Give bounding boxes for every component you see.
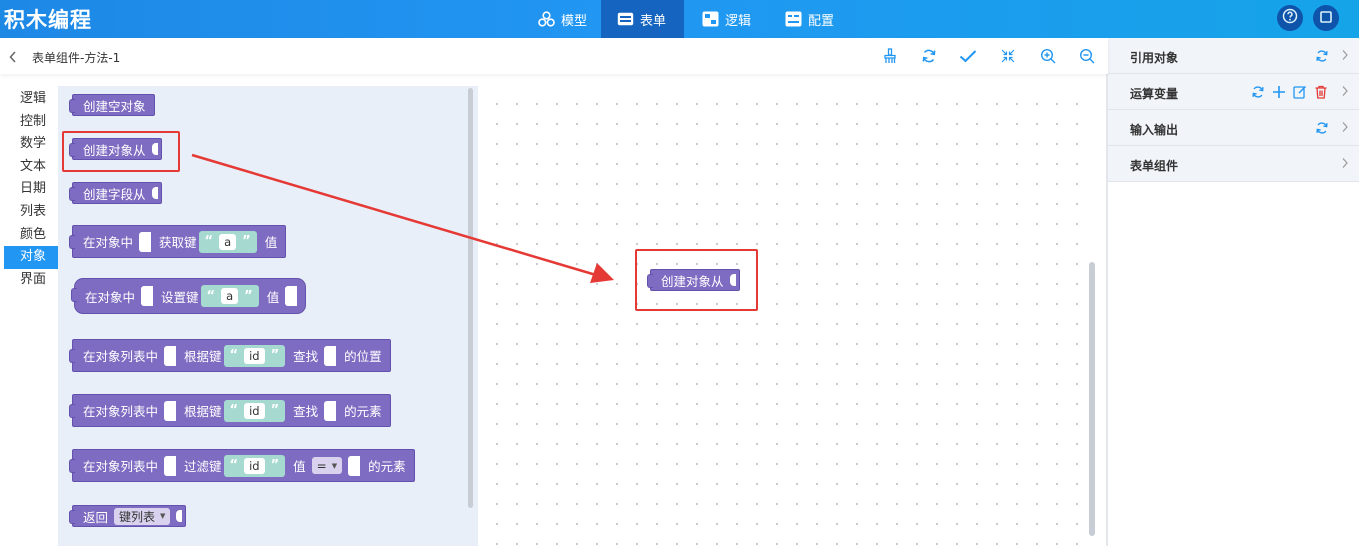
panel-section-variables[interactable]: 运算变量 [1108, 74, 1359, 110]
editor-toolbar: 表单组件-方法-1 [0, 38, 1108, 74]
refresh-icon[interactable] [1314, 120, 1330, 136]
refresh-icon[interactable] [1250, 84, 1266, 100]
section-label: 输入输出 [1130, 123, 1179, 137]
zoom-in-icon[interactable] [1039, 47, 1057, 65]
section-label: 运算变量 [1130, 87, 1179, 101]
page-title: 表单组件-方法-1 [32, 51, 121, 65]
fit-icon[interactable] [999, 47, 1017, 65]
clean-icon[interactable] [881, 47, 899, 65]
panel-section-input-output[interactable]: 输入输出 [1108, 110, 1359, 146]
right-panel: 引用对象 运算变量 输入输出 表单组件 [1108, 38, 1359, 546]
check-icon[interactable] [959, 47, 977, 65]
add-icon[interactable] [1271, 84, 1287, 100]
chevron-right-icon[interactable] [1341, 49, 1349, 64]
edit-icon[interactable] [1292, 84, 1308, 100]
refresh-icon[interactable] [920, 47, 938, 65]
chevron-right-icon[interactable] [1341, 121, 1349, 136]
section-label: 引用对象 [1130, 51, 1179, 65]
section-label: 表单组件 [1130, 159, 1179, 173]
back-icon[interactable] [8, 49, 18, 68]
chevron-right-icon[interactable] [1341, 157, 1349, 172]
panel-section-referenced-objects[interactable]: 引用对象 [1108, 38, 1359, 74]
panel-section-form-components[interactable]: 表单组件 [1108, 146, 1359, 182]
delete-icon[interactable] [1313, 84, 1329, 100]
chevron-right-icon[interactable] [1341, 85, 1349, 100]
refresh-icon[interactable] [1314, 48, 1330, 64]
zoom-out-icon[interactable] [1078, 47, 1096, 65]
